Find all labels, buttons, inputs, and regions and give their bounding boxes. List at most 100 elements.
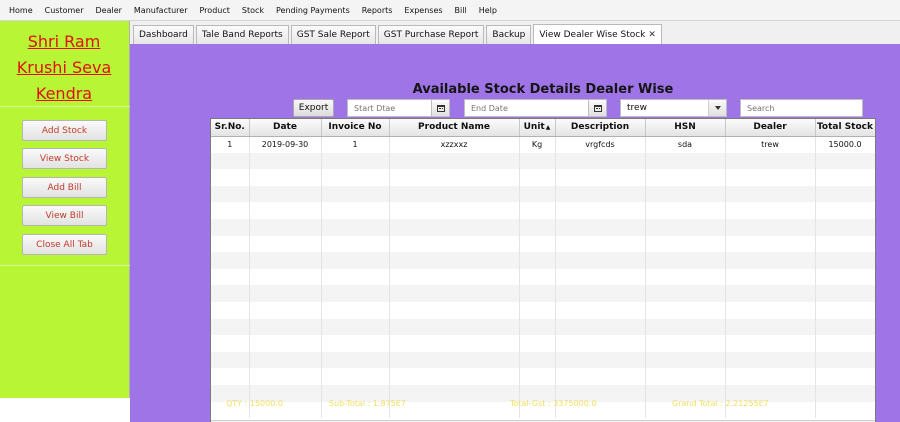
menu-manufacturer[interactable]: Manufacturer (128, 0, 194, 21)
empty-cell (725, 169, 816, 186)
empty-cell (389, 218, 520, 236)
column-header-date[interactable]: Date (249, 119, 322, 137)
main-panel: Available Stock Details Dealer Wise Expo… (130, 44, 900, 422)
empty-cell (555, 335, 646, 352)
tab-dashboard[interactable]: Dashboard (133, 25, 194, 44)
empty-cell (321, 268, 390, 286)
empty-cell (519, 318, 556, 336)
empty-cell (211, 285, 250, 302)
empty-cell (249, 252, 322, 269)
empty-cell (389, 169, 520, 186)
empty-cell (249, 368, 322, 385)
empty-cell (211, 335, 250, 352)
empty-cell (815, 351, 875, 369)
empty-cell (815, 301, 875, 319)
tab-label: Backup (492, 30, 526, 40)
menu-stock[interactable]: Stock (236, 0, 270, 21)
column-header-invoice-no[interactable]: Invoice No (321, 119, 390, 137)
empty-cell (249, 235, 322, 253)
empty-cell (321, 252, 390, 269)
end-date-field[interactable] (464, 99, 590, 117)
tab-view-dealer-wise-stock[interactable]: View Dealer Wise Stock ✕ (533, 24, 662, 44)
tab-label: GST Sale Report (296, 30, 370, 40)
start-date-field[interactable] (347, 99, 433, 117)
empty-cell (725, 235, 816, 253)
tab-gst-sale-report[interactable]: GST Sale Report (290, 25, 376, 44)
search-input[interactable] (740, 99, 863, 117)
menu-product[interactable]: Product (194, 0, 236, 21)
column-header-sr-no[interactable]: Sr.No. (211, 119, 250, 137)
column-header-unit-label: Unit (523, 122, 545, 133)
start-date-picker-button[interactable] (431, 99, 450, 117)
empty-cell (389, 384, 520, 402)
empty-cell (725, 268, 816, 286)
empty-cell (725, 351, 816, 369)
empty-cell (815, 268, 875, 286)
end-date-picker-button[interactable] (588, 99, 607, 117)
empty-cell (211, 218, 250, 236)
tab-bar: Dashboard Tale Band Reports GST Sale Rep… (133, 24, 900, 44)
empty-cell (389, 285, 520, 302)
cell-hsn: sda (645, 136, 726, 153)
empty-cell (519, 335, 556, 352)
stock-table: Sr.No. Date Invoice No Product Name Unit… (210, 118, 876, 422)
empty-cell (555, 152, 646, 170)
menu-customer[interactable]: Customer (39, 0, 90, 21)
empty-cell (389, 401, 520, 419)
close-icon[interactable]: ✕ (648, 30, 656, 40)
menu-dealer[interactable]: Dealer (89, 0, 127, 21)
empty-cell (321, 368, 390, 385)
empty-cell (645, 301, 726, 319)
tab-tale-band-reports[interactable]: Tale Band Reports (195, 25, 289, 44)
column-header-dealer[interactable]: Dealer (725, 119, 816, 137)
add-bill-button[interactable]: Add Bill (22, 177, 107, 198)
tab-backup[interactable]: Backup (486, 25, 532, 44)
tab-label: GST Purchase Report (383, 30, 479, 40)
column-header-hsn[interactable]: HSN (645, 119, 726, 137)
table-row-empty (211, 235, 875, 253)
empty-cell (321, 318, 390, 336)
menu-help[interactable]: Help (473, 0, 503, 21)
view-stock-button[interactable]: View Stock (22, 148, 107, 169)
cell-product-name: xzzxxz (389, 136, 520, 153)
empty-cell (555, 268, 646, 286)
empty-cell (389, 268, 520, 286)
table-row-empty (211, 268, 875, 286)
menu-pending-payments[interactable]: Pending Payments (270, 0, 356, 21)
empty-cell (519, 301, 556, 319)
empty-cell (725, 202, 816, 219)
empty-cell (519, 202, 556, 219)
view-bill-button[interactable]: View Bill (22, 205, 107, 226)
column-header-product-name[interactable]: Product Name (389, 119, 520, 137)
column-header-total-stock[interactable]: Total Stock (815, 119, 875, 137)
menu-bill[interactable]: Bill (449, 0, 473, 21)
tab-gst-purchase-report[interactable]: GST Purchase Report (377, 25, 485, 44)
table-header-row: Sr.No. Date Invoice No Product Name Unit… (211, 119, 875, 137)
close-all-tab-button[interactable]: Close All Tab (22, 234, 107, 255)
empty-cell (519, 268, 556, 286)
table-row-empty (211, 152, 875, 170)
empty-cell (725, 368, 816, 385)
menu-reports[interactable]: Reports (356, 0, 399, 21)
dealer-select[interactable]: trew (620, 99, 727, 117)
empty-cell (519, 368, 556, 385)
table-row-empty (211, 318, 875, 336)
column-header-description[interactable]: Description (555, 119, 646, 137)
brand-title[interactable]: Shri Ram Krushi Seva Kendra (0, 29, 128, 107)
empty-cell (815, 185, 875, 203)
column-header-unit[interactable]: Unit▲ (519, 119, 556, 137)
empty-cell (815, 152, 875, 170)
table-row-empty (211, 218, 875, 236)
empty-cell (815, 401, 875, 419)
export-button[interactable]: Export (293, 99, 334, 117)
menu-home[interactable]: Home (3, 0, 39, 21)
brand-line-1: Shri Ram (27, 32, 101, 51)
menu-expenses[interactable]: Expenses (398, 0, 448, 21)
dropdown-arrow-icon[interactable] (708, 100, 726, 116)
add-stock-button[interactable]: Add Stock (22, 120, 107, 141)
table-row[interactable]: 1 2019-09-30 1 xzzxxz Kg vrgfcds sda tre… (211, 136, 875, 153)
qty-total: QTY : 15000.0 (226, 399, 283, 408)
brand-line-3: Kendra (35, 84, 93, 103)
empty-cell (211, 252, 250, 269)
empty-cell (519, 152, 556, 170)
